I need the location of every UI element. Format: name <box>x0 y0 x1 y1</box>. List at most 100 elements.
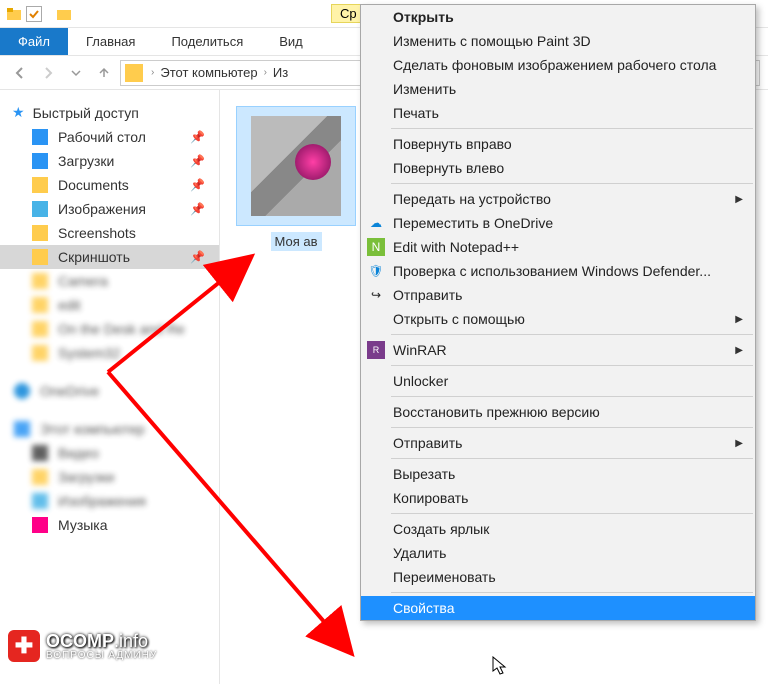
breadcrumb-root[interactable]: Этот компьютер <box>156 65 261 80</box>
ctx-label: Вырезать <box>393 466 455 482</box>
thumbnail-image <box>251 116 341 216</box>
ctx-label: Создать ярлык <box>393 521 489 537</box>
sidebar-item-pictures[interactable]: Изображения 📌 <box>0 197 219 221</box>
file-name-label[interactable]: Моя ав <box>271 232 322 251</box>
ctx-separator <box>391 128 753 129</box>
tab-file[interactable]: Файл <box>0 28 68 55</box>
ctx-print[interactable]: Печать <box>361 101 755 125</box>
quick-access-header[interactable]: ★ Быстрый доступ <box>0 100 219 125</box>
ctx-separator <box>391 513 753 514</box>
ctx-delete[interactable]: Удалить <box>361 541 755 565</box>
sidebar-item-downloads[interactable]: Загрузки 📌 <box>0 149 219 173</box>
ctx-onedrive[interactable]: ☁Переместить в OneDrive <box>361 211 755 235</box>
sidebar-item-label: Музыка <box>58 517 108 533</box>
sidebar-item-documents[interactable]: Documents 📌 <box>0 173 219 197</box>
file-thumbnail[interactable]: Моя ав <box>236 106 356 251</box>
tab-share[interactable]: Поделиться <box>153 28 261 55</box>
pictures-icon <box>32 201 48 217</box>
videos-icon <box>32 445 48 461</box>
tab-home[interactable]: Главная <box>68 28 153 55</box>
folder-icon <box>32 249 48 265</box>
ctx-properties[interactable]: Свойства <box>361 596 755 620</box>
folder-icon <box>6 6 22 22</box>
sidebar-item-blurred[interactable]: System32 <box>0 341 219 365</box>
ctx-share[interactable]: ↪ Отправить <box>361 283 755 307</box>
ctx-unlocker[interactable]: Unlocker <box>361 369 755 393</box>
folder-icon <box>32 225 48 241</box>
ctx-cut[interactable]: Вырезать <box>361 462 755 486</box>
ctx-rename[interactable]: Переименовать <box>361 565 755 589</box>
ctx-send-to[interactable]: Отправить▶ <box>361 431 755 455</box>
quick-access-label: Быстрый доступ <box>33 105 139 121</box>
folder-small-icon <box>56 6 72 22</box>
desktop-icon <box>32 129 48 145</box>
ctx-create-shortcut[interactable]: Создать ярлык <box>361 517 755 541</box>
watermark: ✚ OCOMP.info ВОПРОСЫ АДМИНУ <box>8 630 157 662</box>
ctx-edit[interactable]: Изменить <box>361 77 755 101</box>
ctx-separator <box>391 592 753 593</box>
ctx-label: Копировать <box>393 490 468 506</box>
sidebar-item-blurred[interactable]: Видео <box>0 441 219 465</box>
ctx-label: Unlocker <box>393 373 448 389</box>
sidebar-item-blurred[interactable]: Загрузки <box>0 465 219 489</box>
watermark-sub: ВОПРОСЫ АДМИНУ <box>46 650 157 661</box>
ctx-separator <box>391 183 753 184</box>
ctx-rotate-left[interactable]: Повернуть влево <box>361 156 755 180</box>
ctx-rotate-right[interactable]: Повернуть вправо <box>361 132 755 156</box>
sidebar-item-label: Загрузки <box>58 153 114 169</box>
watermark-site: OCOMP <box>46 631 114 651</box>
chevron-right-icon: ▶ <box>735 345 743 356</box>
ctx-copy[interactable]: Копировать <box>361 486 755 510</box>
ctx-label: Удалить <box>393 545 446 561</box>
nav-history-dropdown[interactable] <box>64 61 88 85</box>
ctx-defender[interactable]: 🛡Проверка с использованием Windows Defen… <box>361 259 755 283</box>
nav-back-button[interactable] <box>8 61 32 85</box>
chevron-right-icon: ▶ <box>735 314 743 325</box>
sidebar-item-onedrive[interactable]: OneDrive <box>0 379 219 403</box>
ctx-paint3d[interactable]: Изменить с помощью Paint 3D <box>361 29 755 53</box>
ctx-notepadpp[interactable]: NEdit with Notepad++ <box>361 235 755 259</box>
ctx-winrar[interactable]: RWinRAR▶ <box>361 338 755 362</box>
folder-icon <box>32 469 48 485</box>
pc-icon <box>14 421 30 437</box>
nav-forward-button[interactable] <box>36 61 60 85</box>
checkbox-icon[interactable] <box>26 6 42 22</box>
share-icon: ↪ <box>367 286 385 304</box>
ctx-wallpaper[interactable]: Сделать фоновым изображением рабочего ст… <box>361 53 755 77</box>
chevron-right-icon[interactable]: › <box>149 67 156 78</box>
winrar-icon: R <box>367 341 385 359</box>
sidebar-item-screenshots-ru[interactable]: Скриншоть 📌 <box>0 245 219 269</box>
ctx-label: Сделать фоновым изображением рабочего ст… <box>393 57 716 73</box>
pin-icon: 📌 <box>190 178 205 192</box>
folder-icon <box>32 297 48 313</box>
ctx-label: Свойства <box>393 600 454 616</box>
tab-view[interactable]: Вид <box>261 28 321 55</box>
ctx-cast[interactable]: Передать на устройство▶ <box>361 187 755 211</box>
ctx-label: Переместить в OneDrive <box>393 215 553 231</box>
ctx-open-with[interactable]: Открыть с помощью▶ <box>361 307 755 331</box>
sidebar-item-blurred[interactable]: Изображения <box>0 489 219 513</box>
sidebar-item-thispc[interactable]: Этот компьютер <box>0 417 219 441</box>
thumbnail-selection[interactable] <box>236 106 356 226</box>
breadcrumb-leaf[interactable]: Из <box>269 65 292 80</box>
ctx-open[interactable]: Открыть <box>361 5 755 29</box>
chevron-right-icon[interactable]: › <box>262 67 269 78</box>
sidebar-item-blurred[interactable]: edit <box>0 293 219 317</box>
folder-icon <box>32 273 48 289</box>
sidebar-item-desktop[interactable]: Рабочий стол 📌 <box>0 125 219 149</box>
sidebar-item-blurred[interactable]: On the Desk and Re <box>0 317 219 341</box>
ctx-label: Отправить <box>393 287 462 303</box>
onedrive-icon <box>14 383 30 399</box>
ctx-restore-version[interactable]: Восстановить прежнюю версию <box>361 400 755 424</box>
nav-up-button[interactable] <box>92 61 116 85</box>
ctx-label: Изменить с помощью Paint 3D <box>393 33 591 49</box>
ctx-label: Открыть <box>393 9 454 25</box>
sidebar-item-blurred[interactable]: Camera <box>0 269 219 293</box>
pin-icon: 📌 <box>190 202 205 216</box>
star-icon: ★ <box>12 104 25 121</box>
sidebar-item-screenshots[interactable]: Screenshots <box>0 221 219 245</box>
ctx-separator <box>391 458 753 459</box>
notepad-icon: N <box>367 238 385 256</box>
sidebar-item-music[interactable]: Музыка <box>0 513 219 537</box>
navigation-pane: ★ Быстрый доступ Рабочий стол 📌 Загрузки… <box>0 90 220 684</box>
